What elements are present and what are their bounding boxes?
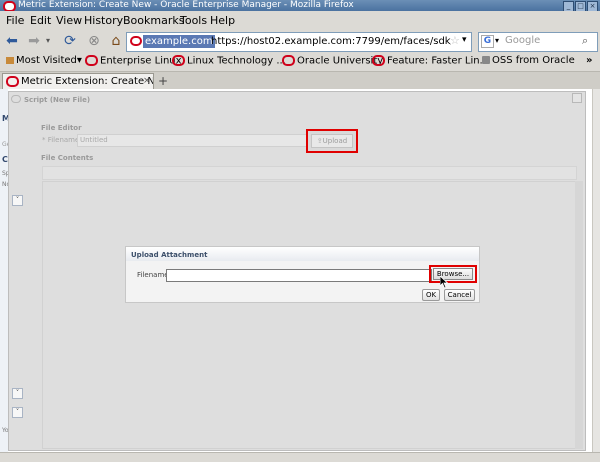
upload-button[interactable]: ⇪Upload xyxy=(306,129,358,153)
site-identity-domain[interactable]: example.com xyxy=(143,35,215,48)
url-dropdown-icon[interactable]: ▾ xyxy=(462,35,467,45)
browse-button-highlight: Browse... xyxy=(429,265,477,283)
new-tab-button[interactable]: + xyxy=(158,74,168,88)
file-contents-label: File Contents xyxy=(41,154,94,162)
cancel-button[interactable]: Cancel xyxy=(444,289,475,301)
filename-value: Untitled xyxy=(80,136,108,144)
bookmarks-overflow-chevron[interactable]: » xyxy=(586,55,592,66)
bookmark-feature-faster-linux[interactable]: Feature: Faster Lin... xyxy=(372,55,489,67)
bookmarks-toolbar: Most Visited▾ Enterprise Linux Linux Tec… xyxy=(0,53,600,72)
oracle-icon xyxy=(282,55,295,66)
file-editor-label: File Editor xyxy=(41,124,82,132)
bookmark-star-icon[interactable]: ☆ xyxy=(450,34,460,47)
upload-button-face: ⇪Upload xyxy=(311,134,353,148)
chevron-down-icon[interactable]: ˅ xyxy=(12,407,23,418)
tab-close-icon[interactable]: × xyxy=(143,74,151,89)
browse-button[interactable]: Browse... xyxy=(433,268,473,280)
bookmark-label: Enterprise Linux xyxy=(100,55,182,67)
home-icon[interactable]: ⌂ xyxy=(108,33,124,49)
editor-toolbar xyxy=(42,166,577,180)
bookmark-label: Linux Technology ... xyxy=(187,55,286,67)
ok-button[interactable]: OK xyxy=(422,289,440,301)
bookmark-label: OSS from Oracle xyxy=(492,55,575,66)
bookmark-most-visited[interactable]: Most Visited▾ xyxy=(6,55,82,66)
bookmark-enterprise-linux[interactable]: Enterprise Linux xyxy=(85,55,182,67)
engine-dropdown-icon[interactable]: ▾ xyxy=(495,36,499,45)
dialog-close-icon[interactable] xyxy=(572,93,582,103)
search-placeholder: Google xyxy=(505,35,541,46)
window-titlebar: Metric Extension: Create New - Oracle En… xyxy=(0,0,600,12)
site-favicon xyxy=(130,36,142,46)
mouse-pointer-icon xyxy=(440,276,448,288)
menu-file[interactable]: File xyxy=(6,14,24,27)
google-engine-icon[interactable]: G xyxy=(481,35,494,48)
filename-label: * Filename xyxy=(42,136,80,144)
upload-filename-label: Filename xyxy=(137,271,169,279)
tab-strip: Metric Extension: Create Ne... × + xyxy=(0,72,600,90)
bookmark-oss-from-oracle[interactable]: OSS from Oracle xyxy=(482,55,575,66)
page-scrollbar[interactable] xyxy=(592,89,600,452)
bookmark-label: Oracle University xyxy=(297,55,384,67)
dialog-logo-icon xyxy=(11,95,21,103)
folder-icon xyxy=(6,56,14,64)
stop-icon[interactable]: ⊗ xyxy=(86,33,102,49)
oracle-icon xyxy=(372,55,385,66)
oracle-icon xyxy=(85,55,98,66)
upload-dialog-title: Upload Attachment xyxy=(131,251,208,259)
upload-attachment-dialog: Upload Attachment Filename Browse... OK … xyxy=(125,246,480,303)
file-contents-editor[interactable] xyxy=(42,181,577,449)
chevron-down-icon: ▾ xyxy=(76,55,82,66)
menu-edit[interactable]: Edit xyxy=(30,14,51,27)
upload-filename-field[interactable] xyxy=(166,269,432,282)
bookmark-label: Most Visited xyxy=(16,55,77,66)
bookmark-oracle-university[interactable]: Oracle University xyxy=(282,55,383,67)
address-bar[interactable]: example.com https://host02.example.com:7… xyxy=(126,32,472,52)
search-icon[interactable]: ⌕ xyxy=(582,34,588,48)
background-page-strip: Met Ge Cr Spe Not Yo xyxy=(0,89,19,452)
chevron-down-icon[interactable]: ˅ xyxy=(12,388,23,399)
upload-label: Upload xyxy=(322,137,348,145)
tab-label: Metric Extension: Create Ne... xyxy=(21,76,153,87)
reload-icon[interactable]: ⟳ xyxy=(62,33,78,49)
filename-field[interactable]: Untitled xyxy=(77,134,307,147)
menu-bar: File Edit View History Bookmarks Tools H… xyxy=(0,11,600,30)
page-icon xyxy=(482,56,490,64)
window-title: Metric Extension: Create New - Oracle En… xyxy=(18,0,354,10)
menu-view[interactable]: View xyxy=(56,14,82,27)
back-arrow-icon[interactable]: ⬅ xyxy=(4,33,20,49)
menu-history[interactable]: History xyxy=(84,14,123,27)
history-dropdown-icon[interactable]: ▾ xyxy=(40,33,56,49)
bookmark-linux-technology[interactable]: Linux Technology ... xyxy=(172,55,286,67)
oracle-icon xyxy=(172,55,185,66)
menu-help[interactable]: Help xyxy=(210,14,235,27)
search-bar[interactable]: G ▾ Google ⌕ xyxy=(478,32,598,52)
chevron-down-icon[interactable]: ˅ xyxy=(12,195,23,206)
menu-bookmarks[interactable]: Bookmarks xyxy=(123,14,184,27)
menu-tools[interactable]: Tools xyxy=(180,14,207,27)
script-dialog-title: Script (New File) xyxy=(24,96,91,104)
bookmark-label: Feature: Faster Lin... xyxy=(387,55,490,67)
tab-metric-extension[interactable]: Metric Extension: Create Ne... × xyxy=(2,73,154,90)
oracle-icon xyxy=(6,75,19,87)
editor-scrollbar[interactable] xyxy=(575,181,583,449)
navigation-toolbar: ⬅ ➡ ▾ ⟳ ⊗ ⌂ example.com https://host02.e… xyxy=(0,30,600,53)
url-text[interactable]: https://host02.example.com:7799/em/faces… xyxy=(211,35,451,48)
